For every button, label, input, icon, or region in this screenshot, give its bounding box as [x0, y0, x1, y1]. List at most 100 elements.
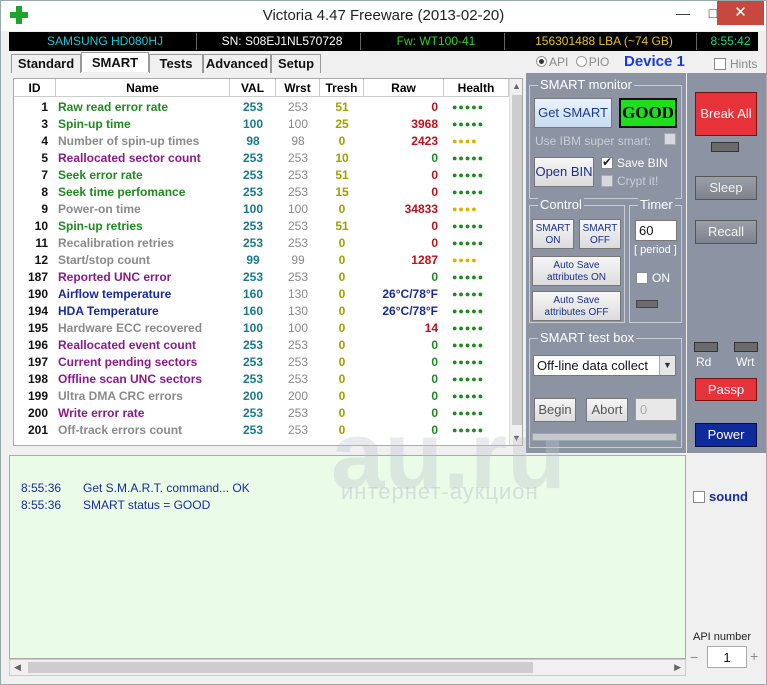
sleep-button[interactable]: Sleep: [695, 176, 757, 200]
passp-button[interactable]: Passp: [695, 378, 757, 401]
scroll-up-icon[interactable]: ▲: [512, 81, 521, 91]
attr-id: 12: [34, 253, 48, 267]
minus-icon[interactable]: −: [690, 649, 698, 665]
table-row[interactable]: 9 Power-on time 100 100 0 34833 ●●●●: [14, 201, 509, 218]
smart-on-button[interactable]: SMART ON: [532, 219, 574, 249]
attr-worst: 253: [287, 219, 309, 233]
table-row[interactable]: 198 Offline scan UNC sectors 253 253 0 0 ●●●●●: [14, 371, 509, 388]
open-bin-button[interactable]: Open BIN: [534, 157, 594, 187]
timer-period-input[interactable]: 60: [635, 220, 677, 241]
hints-toggle[interactable]: Hints: [714, 57, 757, 71]
attr-id: 1: [41, 100, 48, 114]
attr-worst: 100: [287, 202, 309, 216]
table-row[interactable]: 7 Seek error rate 253 253 51 0 ●●●●●: [14, 167, 509, 184]
break-all-button[interactable]: Break All: [695, 92, 757, 136]
recall-button[interactable]: Recall: [695, 220, 757, 244]
scroll-down-icon[interactable]: ▼: [512, 433, 521, 443]
table-row[interactable]: 195 Hardware ECC recovered 100 100 0 14 ●●●●●: [14, 320, 509, 337]
test-type-select[interactable]: Off-line data collect ▼: [533, 355, 676, 376]
table-row[interactable]: 190 Airflow temperature 160 130 0 26°C/78°F ●●…: [14, 286, 509, 303]
table-row[interactable]: 3 Spin-up time 100 100 25 3968 ●●●●●: [14, 116, 509, 133]
pio-radio[interactable]: [575, 56, 587, 67]
table-row[interactable]: 11 Recalibration retries 253 253 0 0 ●●●●●: [14, 235, 509, 252]
power-button[interactable]: Power: [695, 423, 757, 447]
ibm-super-smart-checkbox[interactable]: [664, 133, 676, 145]
tab-tests[interactable]: Tests: [149, 54, 203, 73]
scroll-thumb[interactable]: [512, 95, 522, 425]
auto-save-off-button[interactable]: Auto Save attributes OFF: [532, 291, 621, 321]
table-row[interactable]: 8 Seek time perfomance 253 253 15 0 ●●●●●: [14, 184, 509, 201]
attr-name: Reallocated sector count: [58, 151, 201, 165]
drive-model: SAMSUNG HD080HJ: [11, 33, 197, 50]
attr-health: ●●●●●: [452, 187, 485, 197]
attr-threshold: 0: [338, 270, 346, 284]
col-raw[interactable]: Raw: [364, 79, 444, 97]
close-button[interactable]: ✕: [717, 1, 764, 25]
attr-threshold: 0: [338, 372, 346, 386]
sound-toggle[interactable]: sound: [693, 489, 748, 504]
col-wrst[interactable]: Wrst: [276, 79, 320, 97]
smart-off-button[interactable]: SMART OFF: [579, 219, 621, 249]
sound-checkbox[interactable]: [693, 491, 705, 503]
tab-setup[interactable]: Setup: [271, 54, 321, 73]
attr-raw: 0: [431, 151, 438, 165]
attr-val: 253: [242, 406, 264, 420]
timer-on-toggle[interactable]: ON: [636, 271, 670, 285]
tab-smart[interactable]: SMART: [81, 52, 149, 72]
crypt-toggle[interactable]: Crypt it!: [601, 174, 658, 188]
scroll-right-icon[interactable]: ▶: [674, 662, 681, 673]
timer-on-label: ON: [652, 271, 670, 285]
api-radio[interactable]: [536, 56, 547, 67]
table-row[interactable]: 12 Start/stop count 99 99 0 1287 ●●●●: [14, 252, 509, 269]
attr-id: 197: [27, 355, 48, 369]
auto-save-on-button[interactable]: Auto Save attributes ON: [532, 256, 621, 286]
attr-raw: 0: [431, 236, 438, 250]
attr-name: Seek error rate: [58, 168, 143, 182]
col-tresh[interactable]: Tresh: [320, 79, 364, 97]
col-val[interactable]: VAL: [230, 79, 276, 97]
table-row[interactable]: 1 Raw read error rate 253 253 51 0 ●●●●●: [14, 99, 509, 116]
attr-name: Off-track errors count: [58, 423, 183, 437]
table-row[interactable]: 10 Spin-up retries 253 253 51 0 ●●●●●: [14, 218, 509, 235]
attr-threshold: 0: [338, 355, 346, 369]
table-row[interactable]: 199 Ultra DMA CRC errors 200 200 0 0 ●●●●●: [14, 388, 509, 405]
log-scroll-thumb[interactable]: [28, 662, 533, 673]
attr-id: 3: [41, 117, 48, 131]
begin-test-button[interactable]: Begin: [534, 398, 576, 422]
col-id[interactable]: ID: [14, 79, 56, 97]
chevron-down-icon[interactable]: ▼: [659, 356, 675, 375]
save-bin-toggle[interactable]: Save BIN: [601, 155, 668, 170]
tab-advanced[interactable]: Advanced: [203, 54, 271, 73]
table-row[interactable]: 197 Current pending sectors 253 253 0 0 ●●●●●: [14, 354, 509, 371]
scroll-left-icon[interactable]: ◀: [14, 662, 21, 673]
api-number-input[interactable]: 1: [707, 646, 747, 668]
minimize-button[interactable]: —: [668, 1, 698, 25]
save-bin-checkbox[interactable]: [601, 155, 613, 169]
abort-test-button[interactable]: Abort: [586, 398, 628, 422]
device-label: Device 1: [624, 53, 685, 70]
attr-val: 253: [242, 236, 264, 250]
col-health[interactable]: Health: [444, 79, 509, 97]
attr-health: ●●●●: [452, 204, 478, 214]
plus-icon[interactable]: +: [750, 648, 758, 664]
table-row[interactable]: 201 Off-track errors count 253 253 0 0 ●●●●●: [14, 422, 509, 439]
attr-name: Spin-up retries: [58, 219, 143, 233]
table-row[interactable]: 196 Reallocated event count 253 253 0 0 ●●●●●: [14, 337, 509, 354]
table-row[interactable]: 200 Write error rate 253 253 0 0 ●●●●●: [14, 405, 509, 422]
attr-threshold: 0: [338, 423, 346, 437]
table-scrollbar[interactable]: ▲ ▼: [509, 79, 522, 445]
tab-standard[interactable]: Standard: [11, 54, 81, 73]
get-smart-button[interactable]: Get SMART: [534, 98, 612, 128]
api-label: API: [549, 55, 569, 69]
pio-label: PIO: [588, 55, 610, 69]
table-row[interactable]: 5 Reallocated sector count 253 253 10 0 ●●●●●: [14, 150, 509, 167]
sound-label: sound: [709, 489, 748, 504]
table-row[interactable]: 194 HDA Temperature 160 130 0 26°C/78°F ●●●●●: [14, 303, 509, 320]
table-row[interactable]: 187 Reported UNC error 253 253 0 0 ●●●●●: [14, 269, 509, 286]
table-row[interactable]: 4 Number of spin-up times 98 98 0 2423 ●●●●: [14, 133, 509, 150]
col-name[interactable]: Name: [56, 79, 230, 97]
crypt-checkbox[interactable]: [601, 175, 613, 187]
log-scrollbar[interactable]: ◀ ▶: [9, 659, 686, 676]
timer-on-checkbox[interactable]: [636, 272, 648, 284]
hints-checkbox[interactable]: [714, 58, 726, 70]
